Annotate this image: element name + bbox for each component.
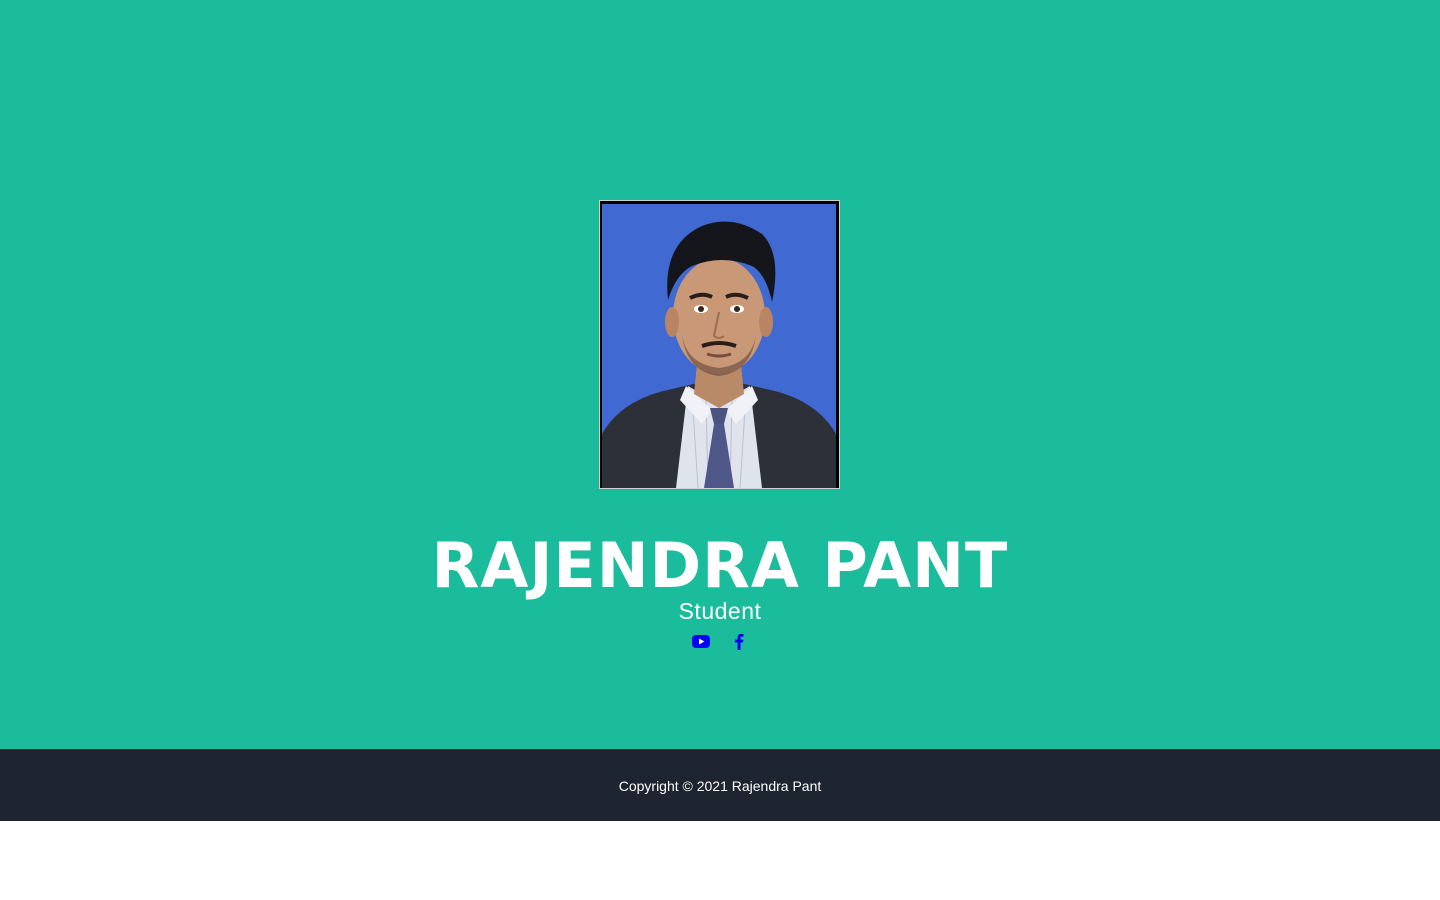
hero-section: RAJENDRA PANT Student	[0, 0, 1440, 749]
social-links	[0, 630, 1440, 652]
site-footer: Copyright © 2021 Rajendra Pant	[0, 749, 1440, 821]
profile-name: RAJENDRA PANT	[431, 529, 1009, 602]
facebook-link[interactable]	[730, 631, 748, 651]
facebook-icon	[735, 633, 744, 650]
profile-photo-frame	[599, 200, 840, 489]
profile-photo-illustration	[602, 204, 836, 488]
youtube-link[interactable]	[692, 631, 710, 651]
copyright-text: Copyright © 2021 Rajendra Pant	[618, 778, 822, 794]
profile-photo	[602, 204, 836, 488]
youtube-icon	[692, 634, 710, 648]
profile-role: Student	[678, 598, 762, 624]
